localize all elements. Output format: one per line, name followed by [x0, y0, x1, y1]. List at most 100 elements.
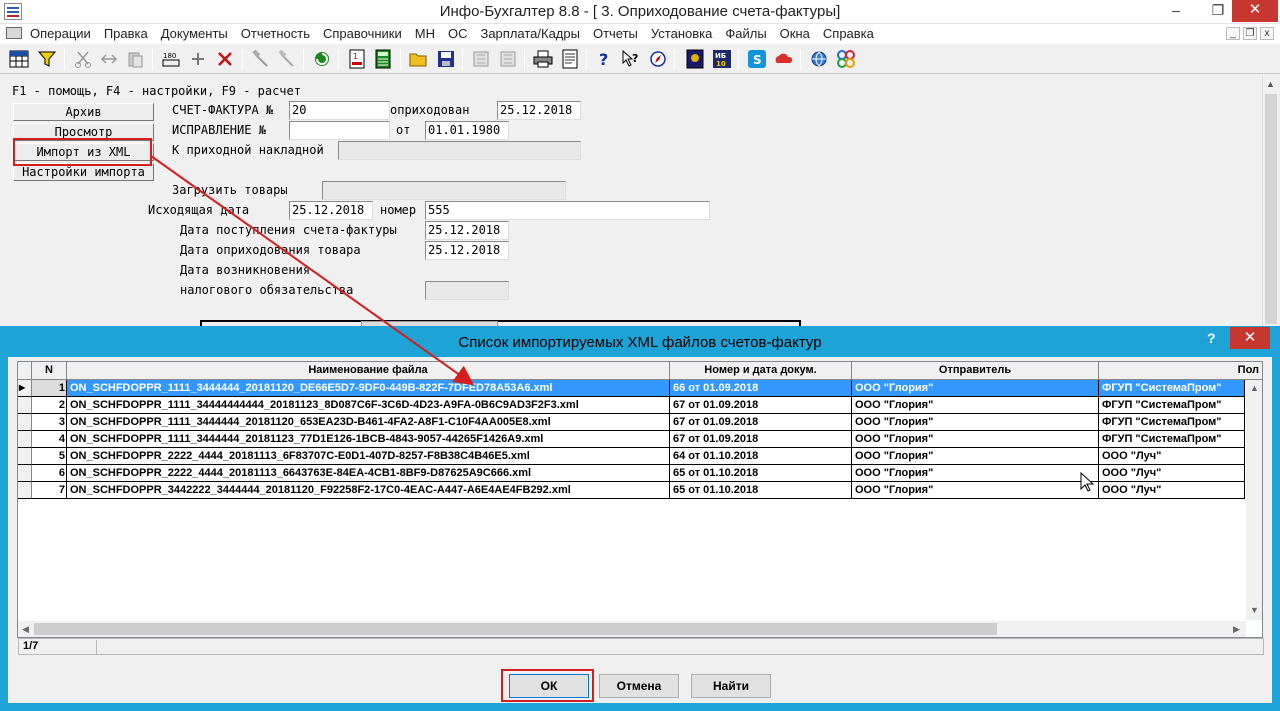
paste-icon[interactable]	[124, 48, 146, 70]
find-button[interactable]: Найти	[691, 674, 771, 698]
help-icon[interactable]: ?	[594, 48, 616, 70]
grid-scroll-down-icon[interactable]: ▼	[1250, 605, 1259, 615]
liability-label-1: Дата возникновения	[180, 263, 311, 277]
hammer-icon[interactable]	[250, 48, 272, 70]
grid-scroll-right-icon[interactable]: ▶	[1233, 624, 1240, 635]
menu-setup[interactable]: Установка	[651, 25, 719, 42]
row-number: 6	[32, 465, 67, 482]
arrival-date-field[interactable]: 25.12.2018	[425, 221, 509, 240]
receipt-field[interactable]	[338, 141, 581, 160]
table-row[interactable]: 7 ON_SCHFDOPPR_3442222_3444444_20181120_…	[18, 482, 1245, 499]
dialog-close-button[interactable]: ✕	[1230, 327, 1270, 349]
row-receiver: ООО "Луч"	[1099, 482, 1245, 499]
form-scroll-thumb[interactable]	[1265, 94, 1277, 324]
menu-reporting[interactable]: Отчетность	[241, 25, 317, 42]
column-header-sender[interactable]: Отправитель	[852, 362, 1099, 380]
row-number: 4	[32, 431, 67, 448]
grid-scroll-left-icon[interactable]: ◀	[22, 624, 29, 635]
disabled-doc2-icon[interactable]	[497, 48, 519, 70]
row-receiver: ООО "Луч"	[1099, 448, 1245, 465]
mdi-restore-button[interactable]: ❐	[1243, 27, 1257, 40]
liability-label-2: налогового обязательства	[180, 283, 354, 297]
menu-payroll[interactable]: Зарплата/Кадры	[480, 25, 587, 42]
column-header-file[interactable]: Наименование файла	[67, 362, 670, 380]
liability-date-field[interactable]	[425, 281, 509, 300]
column-header-n[interactable]: N	[32, 362, 67, 380]
compass-icon[interactable]	[647, 48, 669, 70]
table-row[interactable]: 4 ON_SCHFDOPPR_1111_3444444_20181123_77D…	[18, 431, 1245, 448]
posted-date-field[interactable]: 25.12.2018	[497, 101, 581, 120]
invoice-number-field[interactable]: 20	[289, 101, 390, 120]
row-sender: ООО "Глория"	[852, 380, 1099, 397]
menu-documents[interactable]: Документы	[161, 25, 235, 42]
context-help-icon[interactable]: ?	[620, 48, 642, 70]
menu-directories[interactable]: Справочники	[323, 25, 409, 42]
row-file-name: ON_SCHFDOPPR_3442222_3444444_20181120_F9…	[67, 482, 670, 499]
receipt-label: К приходной накладной	[172, 143, 324, 157]
print-icon[interactable]	[532, 48, 554, 70]
filter-icon[interactable]	[36, 48, 58, 70]
load-goods-field[interactable]	[322, 181, 566, 200]
cut-icon[interactable]	[72, 48, 94, 70]
delete-icon[interactable]	[214, 48, 236, 70]
form-vertical-scrollbar[interactable]: ▲	[1262, 76, 1279, 328]
table-row[interactable]: ▶ 1 ON_SCHFDOPPR_1111_3444444_20181120_D…	[18, 380, 1245, 397]
network-icon[interactable]	[835, 48, 857, 70]
grid-vertical-scrollbar[interactable]: ▲ ▼	[1246, 380, 1262, 620]
cloud-icon[interactable]	[773, 48, 795, 70]
correction-date-field[interactable]: 01.01.1980	[425, 121, 509, 140]
archive-button[interactable]: Архив	[13, 103, 154, 121]
menu-reports[interactable]: Отчеты	[593, 25, 645, 42]
grid-horizontal-scrollbar[interactable]: ◀ ▶	[18, 621, 1246, 637]
column-header-receiver[interactable]: Пол	[1099, 362, 1262, 380]
outgoing-date-label: Исходящая дата	[148, 203, 250, 217]
minimize-button[interactable]: –	[1162, 0, 1190, 22]
table-row[interactable]: 6 ON_SCHFDOPPR_2222_4444_20181113_664376…	[18, 465, 1245, 482]
save-icon[interactable]	[435, 48, 457, 70]
mdi-close-button[interactable]: x	[1260, 27, 1274, 40]
scroll-up-icon[interactable]: ▲	[1266, 79, 1275, 89]
cancel-button[interactable]: Отмена	[599, 674, 679, 698]
table-row[interactable]: 5 ON_SCHFDOPPR_2222_4444_20181113_6F8370…	[18, 448, 1245, 465]
row-file-name: ON_SCHFDOPPR_2222_4444_20181113_6643763E…	[67, 465, 670, 482]
maximize-button[interactable]: ❐	[1205, 0, 1231, 22]
menu-os[interactable]: ОС	[448, 25, 475, 42]
outgoing-number-field[interactable]: 555	[425, 201, 710, 220]
menu-edit[interactable]: Правка	[104, 25, 155, 42]
skype-icon[interactable]: S	[746, 48, 768, 70]
outgoing-date-field[interactable]: 25.12.2018	[289, 201, 373, 220]
row-file-name: ON_SCHFDOPPR_1111_3444444_20181120_DE66E…	[67, 380, 670, 397]
grid-icon[interactable]	[8, 48, 30, 70]
document-system-icon[interactable]	[6, 27, 22, 39]
book-icon[interactable]	[684, 48, 706, 70]
grid-horizontal-thumb[interactable]	[34, 623, 997, 635]
status-bar: 1/7	[18, 638, 1264, 655]
close-button[interactable]: ✕	[1232, 0, 1278, 22]
preview-icon[interactable]	[559, 48, 581, 70]
mdi-minimize-button[interactable]: _	[1226, 27, 1240, 40]
column-header-doc[interactable]: Номер и дата докум.	[670, 362, 852, 380]
menu-help[interactable]: Справка	[823, 25, 881, 42]
table-row[interactable]: 3 ON_SCHFDOPPR_1111_3444444_20181120_653…	[18, 414, 1245, 431]
calendar-doc-icon[interactable]: 1	[346, 48, 368, 70]
menu-files[interactable]: Файлы	[725, 25, 773, 42]
calculator-icon[interactable]	[372, 48, 394, 70]
table-row[interactable]: 2 ON_SCHFDOPPR_1111_34444444444_20181123…	[18, 397, 1245, 414]
menu-mn[interactable]: МН	[415, 25, 442, 42]
menu-windows[interactable]: Окна	[780, 25, 817, 42]
globe-icon[interactable]	[808, 48, 830, 70]
menu-operations[interactable]: Операции	[30, 25, 98, 42]
plus-icon[interactable]	[187, 48, 209, 70]
correction-number-field[interactable]	[289, 121, 390, 140]
dialog-help-button[interactable]: ?	[1207, 330, 1216, 346]
refresh-icon[interactable]	[311, 48, 333, 70]
open-folder-icon[interactable]	[408, 48, 430, 70]
move-icon[interactable]	[98, 48, 120, 70]
counter-icon[interactable]: 180	[160, 48, 182, 70]
row-receiver: ФГУП "СистемаПром"	[1099, 431, 1245, 448]
hammer-disabled-icon[interactable]	[276, 48, 298, 70]
disabled-doc-icon[interactable]	[470, 48, 492, 70]
grid-scroll-up-icon[interactable]: ▲	[1250, 383, 1259, 393]
posting-date-field[interactable]: 25.12.2018	[425, 241, 509, 260]
ib10-icon[interactable]: ИБ 10	[711, 48, 733, 70]
